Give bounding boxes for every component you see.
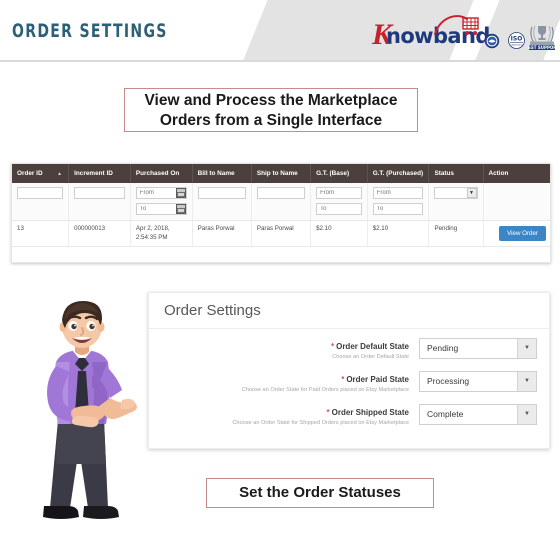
required-asterisk: *	[341, 375, 345, 384]
column-header-action: Action	[483, 164, 550, 183]
cell-gt-base: $2.10	[310, 220, 368, 247]
callout-top-line2: Orders from a Single Interface	[159, 112, 383, 129]
filter-cell-order-id	[12, 183, 70, 221]
filter-input-gt-base-to[interactable]	[316, 203, 362, 215]
filter-input-bill-to-name[interactable]	[197, 187, 246, 199]
field-label-text: Order Shipped State	[331, 408, 409, 417]
field-control: Pending ▼	[419, 338, 537, 359]
cell-ship-to-name: Paras Porwal	[251, 220, 312, 247]
field-order-default-state: * Order Default State Choose an Order Def…	[149, 338, 549, 362]
cell-purchased-time: 2:54:35 PM	[135, 233, 168, 241]
callout-top-line1: View and Process the Marketplace	[144, 92, 398, 109]
field-label-group: * Order Default State Choose an Order Def…	[149, 338, 419, 362]
filter-cell-increment-id	[68, 183, 131, 221]
cell-status: Pending	[428, 220, 484, 247]
field-label-group: * Order Shipped State Choose an Order Sta…	[149, 404, 419, 428]
column-header-purchased-on[interactable]: Purchased On	[130, 164, 193, 183]
filter-input-order-id[interactable]	[17, 187, 64, 199]
calendar-icon[interactable]	[175, 204, 186, 214]
required-asterisk: *	[326, 408, 330, 417]
cell-bill-to-name: Paras Porwal	[192, 220, 252, 247]
orders-table: Order ID ▲ Increment ID Purchased On Bil…	[12, 164, 550, 247]
field-label-group: * Order Paid State Choose an Order State …	[149, 371, 419, 395]
svg-text:ISO: ISO	[511, 36, 523, 43]
filter-cell-status: ▼	[428, 183, 484, 221]
certification-seal-badge	[484, 33, 500, 54]
field-hint: Choose an Order Default State	[332, 354, 409, 360]
field-control: Processing ▼	[419, 371, 537, 392]
calendar-icon[interactable]	[175, 188, 186, 198]
svg-text:BEST SUPPORT: BEST SUPPORT	[528, 45, 556, 50]
column-header-order-id[interactable]: Order ID ▲	[12, 164, 70, 183]
shopping-cart-icon	[434, 14, 480, 45]
order-settings-card: Order Settings * Order Default State Choo…	[148, 292, 550, 449]
settings-card-title: Order Settings	[149, 293, 549, 329]
filter-input-ship-to-name[interactable]	[256, 187, 306, 199]
field-label: * Order Shipped State	[149, 407, 409, 418]
knowband-logo: K nowband	[372, 14, 490, 50]
column-label: Order ID	[17, 170, 43, 177]
field-label-text: Order Default State	[336, 342, 409, 351]
filter-input-gt-purchased-from[interactable]	[372, 187, 424, 199]
field-control: Complete ▼	[419, 404, 537, 425]
field-label-text: Order Paid State	[346, 375, 409, 384]
callout-banner-top: View and Process the Marketplace Orders …	[124, 88, 418, 132]
table-row: 13 000000013 Apr 2, 2018, 2:54:35 PM Par…	[12, 220, 550, 247]
filter-cell-purchased-on	[130, 183, 193, 221]
field-label: * Order Default State	[149, 341, 409, 352]
iso-badge: ISO CERTIFIED	[508, 32, 525, 54]
trust-badges: ISO CERTIFIED BEST SUPPORT	[484, 14, 559, 56]
cell-order-id: 13	[12, 220, 70, 247]
filter-input-gt-purchased-to[interactable]	[372, 203, 424, 215]
field-label: * Order Paid State	[149, 374, 409, 385]
businessman-mascot-illustration	[22, 300, 142, 550]
filter-cell-action	[483, 183, 550, 221]
field-order-paid-state: * Order Paid State Choose an Order State …	[149, 371, 549, 395]
required-asterisk: *	[330, 342, 335, 351]
view-order-button[interactable]: View Order	[499, 226, 546, 241]
filter-cell-bill-to-name	[192, 183, 252, 221]
chevron-down-icon[interactable]: ▼	[466, 188, 477, 198]
filter-cell-gt-base	[310, 183, 368, 221]
column-header-ship-to-name[interactable]: Ship to Name	[251, 164, 312, 183]
filter-input-gt-base-from[interactable]	[316, 187, 362, 199]
filter-date-to-wrap	[135, 203, 187, 215]
filter-select-status-wrap: ▼	[434, 187, 478, 199]
column-header-gt-base[interactable]: G.T. (Base)	[310, 164, 368, 183]
filter-cell-gt-purchased	[367, 183, 430, 221]
column-header-bill-to-name[interactable]: Bill to Name	[192, 164, 252, 183]
chevron-down-icon[interactable]: ▼	[517, 372, 536, 391]
chevron-down-icon[interactable]: ▼	[517, 339, 536, 358]
header-divider	[0, 60, 560, 62]
page-title: ORDER SETTINGS	[12, 20, 168, 42]
field-hint: Choose an Order State for Shipped Orders…	[232, 420, 409, 426]
best-support-badge: BEST SUPPORT	[525, 21, 559, 56]
filter-cell-ship-to-name	[251, 183, 312, 221]
table-header-row: Order ID ▲ Increment ID Purchased On Bil…	[12, 164, 550, 183]
cell-increment-id: 000000013	[68, 220, 131, 247]
chevron-down-icon[interactable]: ▼	[517, 405, 536, 424]
sort-arrow-icon[interactable]: ▲	[57, 171, 62, 177]
callout-banner-bottom: Set the Order Statuses	[206, 478, 434, 508]
svg-text:CERTIFIED: CERTIFIED	[510, 44, 522, 47]
cell-purchased-date: Apr 2, 2018,	[135, 225, 170, 232]
filter-date-from-wrap	[135, 187, 187, 199]
cell-action: View Order	[483, 220, 550, 247]
column-header-status[interactable]: Status	[428, 164, 484, 183]
cell-purchased-on: Apr 2, 2018, 2:54:35 PM	[130, 220, 193, 247]
orders-table-card: Order ID ▲ Increment ID Purchased On Bil…	[11, 163, 551, 263]
page-header: ORDER SETTINGS K nowband ISO CERTIFIED E…	[0, 0, 560, 62]
column-header-increment-id[interactable]: Increment ID	[68, 164, 131, 183]
column-header-gt-purchased[interactable]: G.T. (Purchased)	[367, 164, 430, 183]
table-filter-row: ▼	[12, 183, 550, 221]
field-order-shipped-state: * Order Shipped State Choose an Order Sta…	[149, 404, 549, 428]
cell-gt-purchased: $2.10	[367, 220, 430, 247]
filter-input-increment-id[interactable]	[74, 187, 125, 199]
field-hint: Choose an Order State for Paid Orders pl…	[241, 387, 409, 393]
